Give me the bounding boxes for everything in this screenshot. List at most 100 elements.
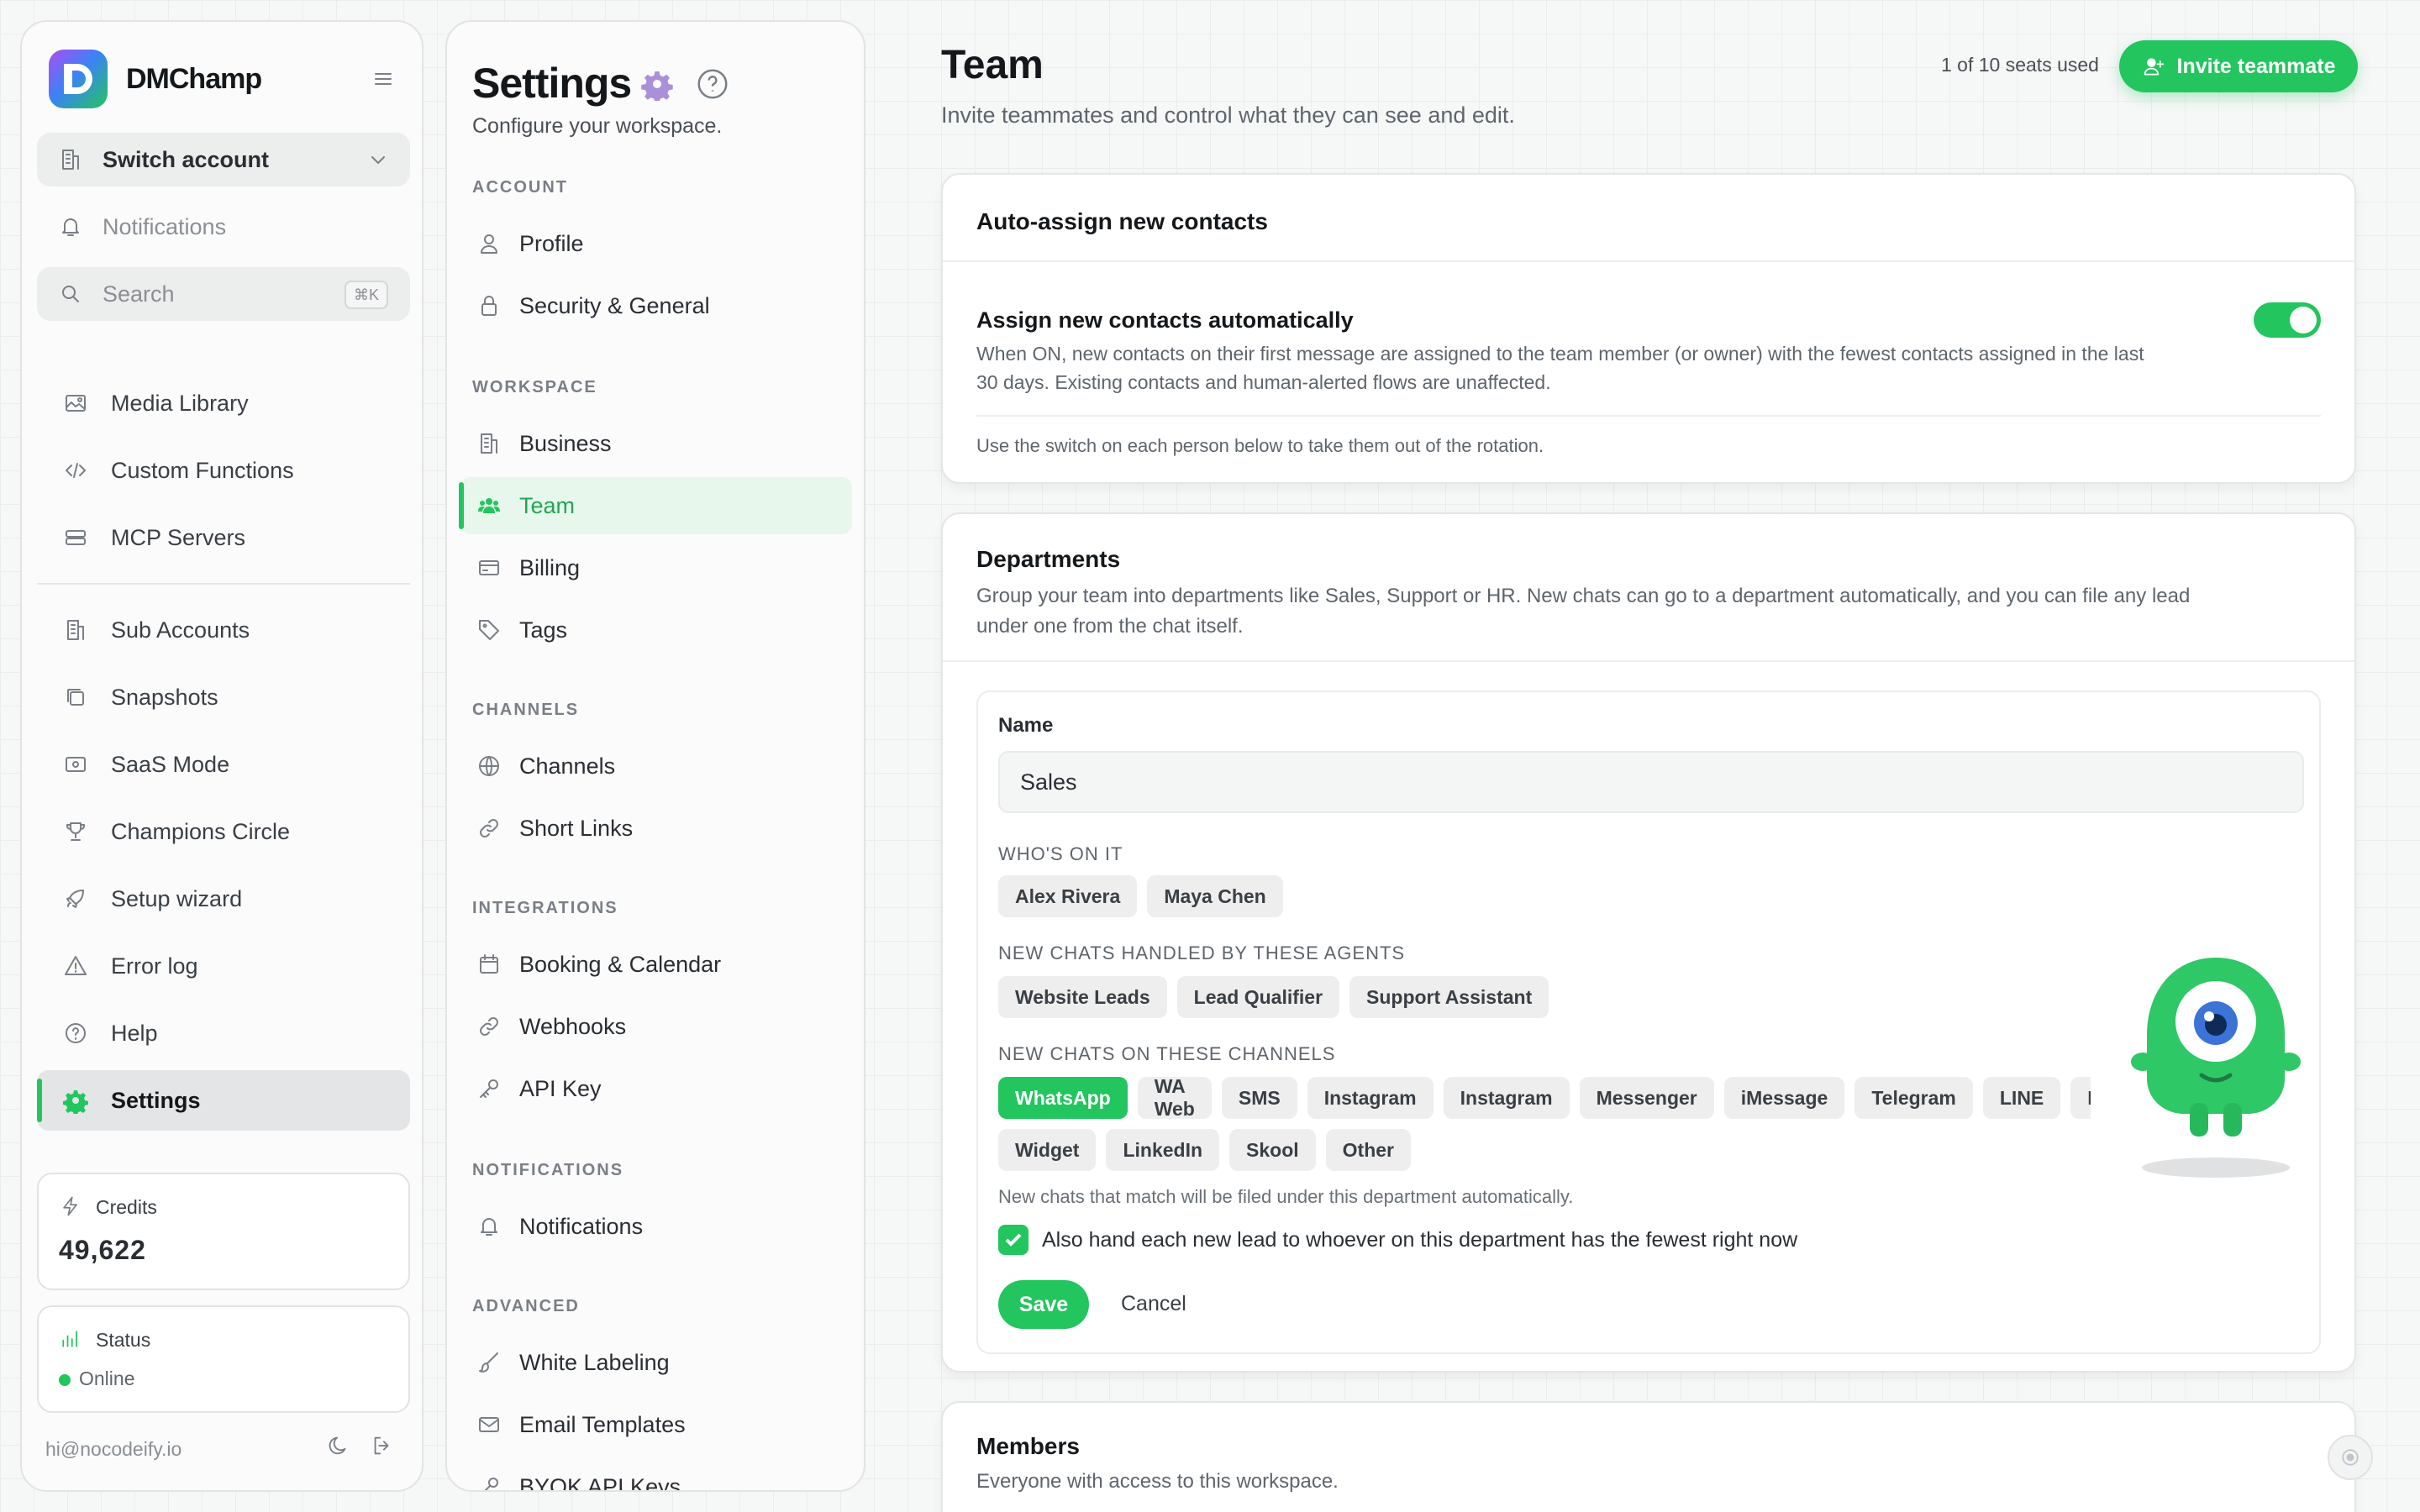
settings-item-email-templates[interactable]: Email Templates (460, 1396, 852, 1453)
notifications-label: Notifications (103, 213, 227, 239)
gear-icon (62, 1087, 89, 1114)
auto-assign-desc-line1: When ON, new contacts on their first mes… (976, 343, 2144, 365)
sidebar-item-label: Help (111, 1020, 158, 1046)
sidebar-item-snapshots[interactable]: Snapshots (37, 667, 410, 727)
server-icon (62, 524, 89, 551)
help-icon[interactable] (696, 67, 729, 101)
agent-chip[interactable]: Website Leads (998, 976, 1167, 1018)
sidebar-item-settings[interactable]: Settings (37, 1070, 410, 1131)
key-icon (476, 1075, 502, 1102)
settings-item-channels[interactable]: Channels (460, 738, 852, 795)
switch-account-button[interactable]: Switch account (37, 133, 410, 186)
bell-icon (57, 213, 84, 240)
save-button[interactable]: Save (998, 1280, 1089, 1329)
auto-assign-title: Auto-assign new contacts (976, 208, 1268, 234)
credits-value: 49,622 (59, 1235, 146, 1265)
channel-chip-whatsapp[interactable]: WhatsApp (998, 1077, 1128, 1119)
auto-assign-toggle[interactable] (2254, 302, 2321, 338)
sidebar-item-label: Custom Functions (111, 457, 294, 483)
settings-item-label: Channels (519, 753, 616, 779)
section-advanced: ADVANCED (472, 1297, 580, 1315)
sidebar-item-error-log[interactable]: Error log (37, 936, 410, 996)
fewest-leads-checkbox[interactable] (998, 1225, 1028, 1255)
member-chip[interactable]: Maya Chen (1147, 875, 1283, 917)
settings-item-webhooks[interactable]: Webhooks (460, 998, 852, 1055)
invite-teammate-button[interactable]: Invite teammate (2119, 40, 2358, 92)
key-icon (476, 1473, 502, 1490)
search-shortcut: ⌘K (345, 281, 388, 309)
record-button[interactable] (2328, 1435, 2373, 1480)
settings-item-label: Profile (519, 230, 584, 256)
calendar-icon (476, 951, 502, 978)
channel-chip[interactable]: Telegram (1854, 1077, 1973, 1119)
channel-chip[interactable]: Other (1325, 1129, 1411, 1171)
channel-chip[interactable]: LinkedIn (1106, 1129, 1220, 1171)
switch-account-label: Switch account (103, 146, 270, 172)
sidebar-item-saas-mode[interactable]: SaaS Mode (37, 734, 410, 795)
trophy-icon (62, 818, 89, 845)
channel-chip[interactable]: Instagram (1307, 1077, 1434, 1119)
brand-logo[interactable] (49, 50, 108, 108)
channel-chip[interactable]: Messenger (1579, 1077, 1714, 1119)
agent-chip[interactable]: Support Assistant (1349, 976, 1549, 1018)
settings-item-profile[interactable]: Profile (460, 215, 852, 272)
sidebar-item-mcp-servers[interactable]: MCP Servers (37, 507, 410, 568)
settings-item-security[interactable]: Security & General (460, 277, 852, 334)
sidebar-item-sub-accounts[interactable]: Sub Accounts (37, 600, 410, 660)
channel-chip[interactable]: iMessage (1723, 1077, 1845, 1119)
mail-icon (476, 1411, 502, 1438)
channel-chip[interactable]: Widget (998, 1129, 1097, 1171)
warning-icon (62, 953, 89, 979)
channel-chip[interactable]: SMS (1221, 1077, 1297, 1119)
sidebar-item-label: Settings (111, 1087, 201, 1113)
logout-icon[interactable] (370, 1433, 395, 1458)
credits-label: Credits (96, 1196, 157, 1218)
moon-icon[interactable] (326, 1433, 351, 1458)
settings-item-business[interactable]: Business (460, 415, 852, 472)
settings-item-label: White Labeling (519, 1349, 670, 1375)
settings-item-team[interactable]: Team (459, 477, 852, 534)
settings-item-label: BYOK API Keys (519, 1473, 681, 1492)
sidebar-item-champions-circle[interactable]: Champions Circle (37, 801, 410, 862)
department-name-input[interactable]: Sales (998, 751, 2304, 813)
department-form: Name Sales WHO'S ON IT Alex Rivera Maya … (976, 690, 2321, 1354)
auto-assign-desc-line2: 30 days. Existing contacts and human-ale… (976, 371, 1551, 393)
building-icon (57, 146, 84, 173)
settings-item-booking[interactable]: Booking & Calendar (460, 936, 852, 993)
settings-item-api-key[interactable]: API Key (460, 1060, 852, 1117)
sidebar-item-label: MCP Servers (111, 524, 246, 550)
card-divider (943, 260, 2354, 262)
channel-chip[interactable]: LINE (1982, 1077, 2061, 1119)
channel-chip[interactable]: WA Web (1137, 1077, 1212, 1120)
sidebar-item-custom-functions[interactable]: Custom Functions (37, 440, 410, 501)
settings-item-billing[interactable]: Billing (460, 539, 852, 596)
menu-icon[interactable] (370, 66, 397, 92)
section-workspace: WORKSPACE (472, 378, 597, 396)
status-card: Status Online (37, 1305, 410, 1413)
members-card: Members Everyone with access to this wor… (941, 1401, 2356, 1512)
channel-chip[interactable]: Instagram (1443, 1077, 1570, 1119)
settings-item-short-links[interactable]: Short Links (460, 800, 852, 857)
settings-item-byok[interactable]: BYOK API Keys (460, 1458, 852, 1492)
sidebar-notifications[interactable]: Notifications (37, 200, 410, 254)
globe-icon (476, 753, 502, 780)
cancel-button[interactable]: Cancel (1121, 1292, 1186, 1316)
member-chip[interactable]: Alex Rivera (998, 875, 1138, 917)
settings-item-label: Webhooks (519, 1013, 627, 1039)
agent-chip[interactable]: Lead Qualifier (1176, 976, 1340, 1018)
settings-item-notifications[interactable]: Notifications (460, 1198, 852, 1255)
sidebar-item-media-library[interactable]: Media Library (37, 373, 410, 433)
name-label: Name (998, 714, 1054, 737)
channel-chip[interactable]: Skool (1229, 1129, 1316, 1171)
status-label: Status (96, 1329, 151, 1351)
sidebar-item-setup-wizard[interactable]: Setup wizard (37, 869, 410, 929)
wallet-icon (62, 751, 89, 778)
sidebar-item-help[interactable]: Help (37, 1003, 410, 1063)
settings-item-tags[interactable]: Tags (460, 601, 852, 659)
search-input[interactable]: Search ⌘K (37, 267, 410, 321)
brand: DMChamp (49, 49, 402, 109)
channel-chip[interactable]: Email (2070, 1077, 2091, 1119)
settings-item-white-labeling[interactable]: White Labeling (460, 1334, 852, 1391)
section-channels: CHANNELS (472, 701, 580, 719)
agents-label: NEW CHATS HANDLED BY THESE AGENTS (998, 942, 1406, 963)
